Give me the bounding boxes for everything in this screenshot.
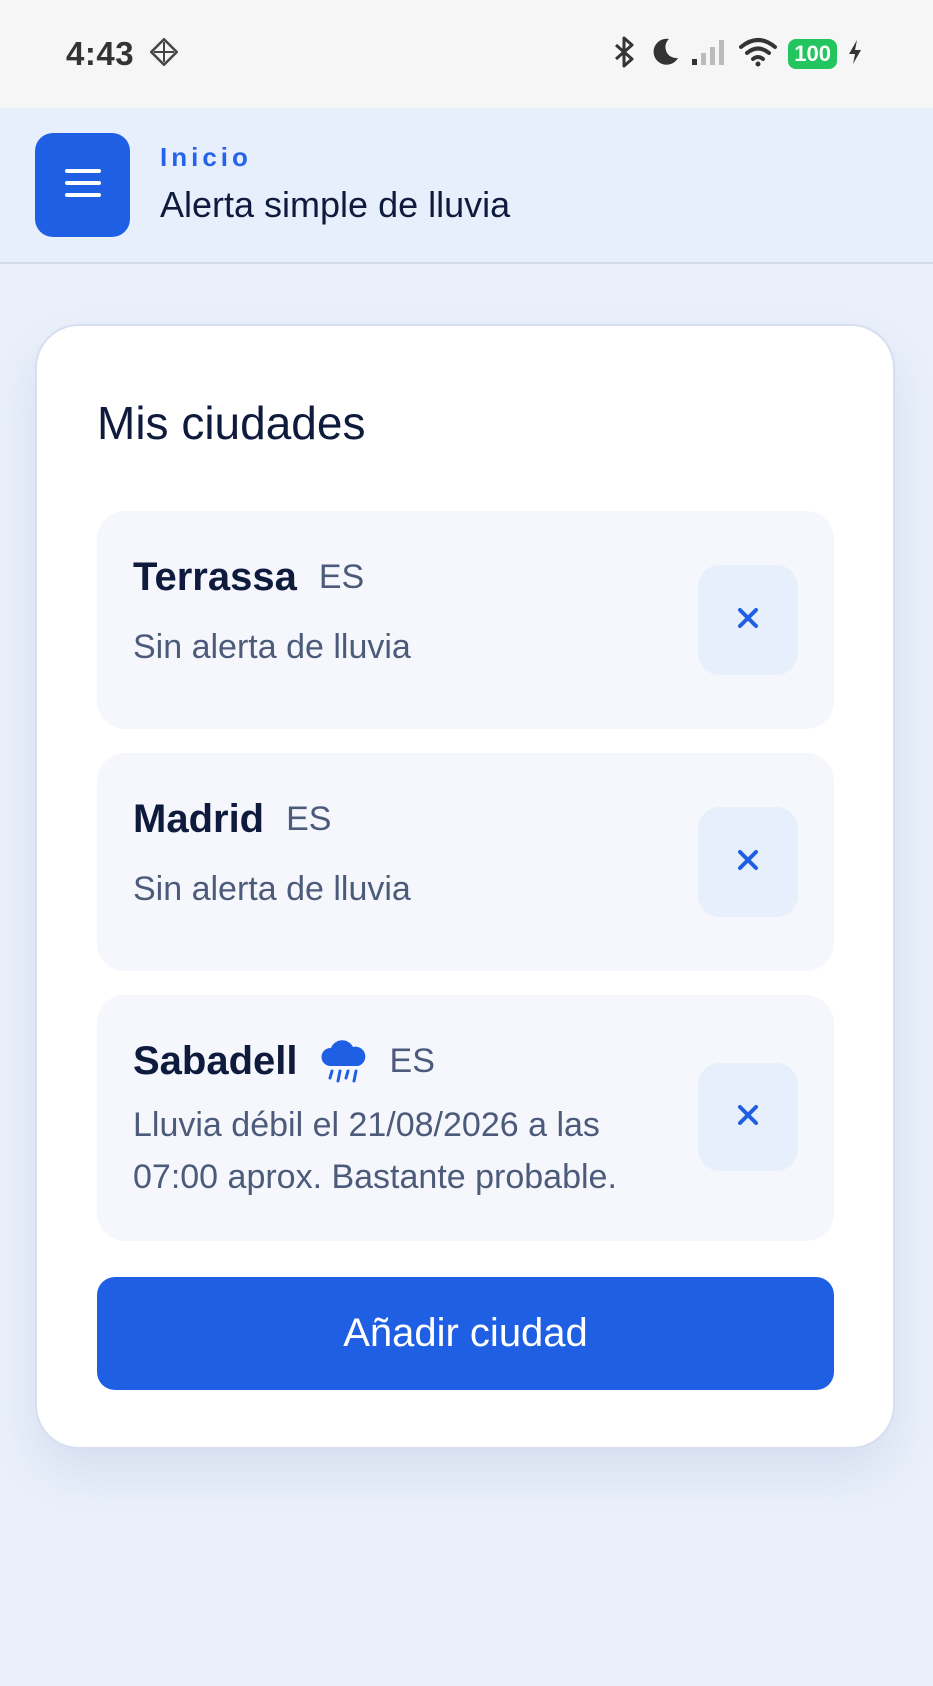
- close-icon: [737, 1104, 759, 1131]
- city-name: Madrid: [133, 797, 265, 841]
- section-title: Mis ciudades: [97, 397, 366, 449]
- city-name: Terrassa: [133, 555, 297, 599]
- city-name: Sabadell: [133, 1039, 298, 1083]
- city-status: Sin alerta de lluvia: [133, 870, 411, 908]
- page-title: Alerta simple de lluvia: [160, 184, 511, 225]
- remove-city-button[interactable]: [698, 807, 798, 917]
- city-item-terrassa: Terrassa ES Sin alerta de lluvia: [97, 511, 834, 729]
- hamburger-menu-icon: [64, 167, 101, 204]
- add-city-button[interactable]: Añadir ciudad: [97, 1277, 834, 1390]
- city-item-sabadell: Sabadell ES Lluvia débil el 21/08/2026 a…: [97, 995, 834, 1241]
- remove-city-button[interactable]: [698, 1063, 798, 1171]
- diamond-grid-icon: [149, 37, 179, 71]
- city-country: ES: [389, 1042, 435, 1080]
- city-item-madrid: Madrid ES Sin alerta de lluvia: [97, 753, 834, 971]
- moon-icon: [650, 36, 680, 73]
- close-icon: [737, 607, 759, 634]
- city-status: Sin alerta de lluvia: [133, 628, 411, 666]
- city-status-line: Lluvia débil el 21/08/2026 a las: [133, 1106, 600, 1144]
- charging-icon: [847, 38, 863, 71]
- bluetooth-icon: [610, 35, 640, 74]
- signal-icon: [690, 37, 728, 72]
- remove-city-button[interactable]: [698, 565, 798, 675]
- city-status-line: 07:00 aprox. Bastante probable.: [133, 1158, 617, 1196]
- rain-cloud-icon: [318, 1039, 368, 1084]
- city-country: ES: [318, 558, 365, 596]
- battery-level: 100: [788, 39, 837, 69]
- menu-button[interactable]: [35, 133, 130, 237]
- city-status: Lluvia débil el 21/08/2026 a las 07:00 a…: [133, 1099, 617, 1203]
- cities-card: Mis ciudades Terrassa ES Sin alerta de l…: [35, 324, 895, 1449]
- city-country: ES: [286, 800, 332, 838]
- close-icon: [737, 849, 759, 876]
- clock-time: 4:43: [66, 35, 135, 72]
- status-bar: 4:43 100: [0, 0, 933, 108]
- app-header: Inicio Alerta simple de lluvia: [0, 108, 933, 264]
- wifi-icon: [738, 37, 778, 72]
- breadcrumb[interactable]: Inicio: [160, 142, 252, 173]
